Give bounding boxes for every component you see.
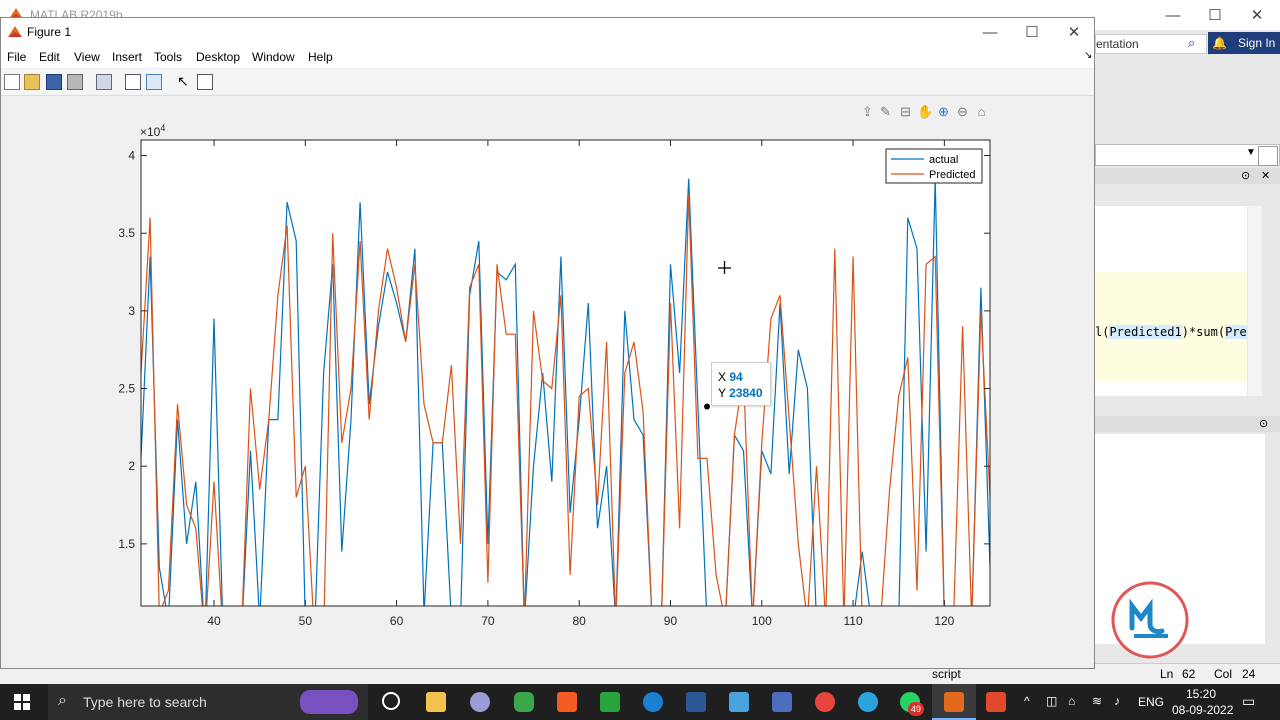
y-tick-label: 2 xyxy=(128,459,135,473)
panel-header-workspace: ⊙ xyxy=(1095,416,1280,432)
windows-start-icon[interactable] xyxy=(14,694,30,710)
x-tick-label: 120 xyxy=(934,614,954,628)
chevron-down-icon: ▼ xyxy=(1246,147,1256,158)
y-tick-label: 1.5 xyxy=(118,537,135,551)
minimize-main-button[interactable]: — xyxy=(1150,0,1196,30)
status-ln-label: Ln xyxy=(1160,667,1174,681)
taskbar-search-placeholder: Type here to search xyxy=(83,694,207,710)
notifications-icon[interactable]: ▭ xyxy=(1242,693,1255,710)
tray-chevron-icon[interactable]: ^ xyxy=(1024,694,1030,708)
panel-options-icon[interactable]: ⊙ xyxy=(1259,417,1268,430)
calculator-icon[interactable] xyxy=(729,692,749,712)
y-tick-label: 2.5 xyxy=(118,382,135,396)
windows-taskbar: ⌕ Type here to search 49 ^ ◫ ⌂ ≋ ♪ ENG 1… xyxy=(0,684,1280,720)
panel-options-icon[interactable]: ⊙ xyxy=(1241,169,1250,182)
close-icon: ✕ xyxy=(1250,7,1264,24)
task-view-icon[interactable] xyxy=(382,692,400,710)
camtasia-icon[interactable] xyxy=(600,692,620,712)
tray-app-icon[interactable]: ⌂ xyxy=(1068,694,1075,708)
x-tick-label: 40 xyxy=(207,614,221,628)
paint-icon[interactable] xyxy=(470,692,490,712)
datatip-x-value: 94 xyxy=(729,370,743,384)
maximize-icon: ☐ xyxy=(1208,7,1222,24)
x-tick-label: 60 xyxy=(390,614,404,628)
camtasia-recorder-icon[interactable] xyxy=(986,692,1006,712)
x-tick-label: 70 xyxy=(481,614,495,628)
taskbar-search-box[interactable]: ⌕ Type here to search xyxy=(48,684,368,720)
minimize-icon: — xyxy=(1165,6,1181,24)
bell-icon: 🔔 xyxy=(1212,36,1227,50)
datatip-y-label: Y xyxy=(718,386,726,400)
search-icon[interactable]: ⌕ xyxy=(1188,35,1204,51)
y-tick-label: 3 xyxy=(128,304,135,318)
telegram-icon[interactable] xyxy=(858,692,878,712)
wifi-icon[interactable]: ≋ xyxy=(1092,694,1102,708)
status-col-label: Col xyxy=(1214,667,1233,681)
panel-header-editor: ⊙ ✕ xyxy=(1095,168,1280,184)
file-explorer-icon[interactable] xyxy=(426,692,446,712)
documentation-search-text: entation xyxy=(1096,37,1139,51)
clock-date[interactable]: 08-09-2022 xyxy=(1172,703,1233,717)
legend-label-actual: actual xyxy=(929,154,958,166)
word-icon[interactable] xyxy=(686,692,706,712)
close-main-button[interactable]: ✕ xyxy=(1234,0,1280,30)
folder-search-icon[interactable] xyxy=(1258,146,1278,166)
x-tick-label: 110 xyxy=(843,614,862,628)
legend-label-predicted: Predicted xyxy=(929,169,975,181)
datatip-marker xyxy=(704,403,710,410)
search-icon: ⌕ xyxy=(58,692,67,709)
editor-scrollbar[interactable] xyxy=(1248,206,1262,396)
current-folder-dropdown[interactable]: ▼ xyxy=(1095,144,1280,166)
sign-in-button[interactable]: 🔔 Sign In xyxy=(1208,32,1280,54)
datatip-x-label: X xyxy=(718,370,727,384)
language-indicator[interactable]: ENG xyxy=(1138,695,1164,709)
code-line: l(Predicted1)*sum(Pre xyxy=(1095,325,1247,339)
database-icon[interactable] xyxy=(514,692,534,712)
search-highlight-icon xyxy=(300,690,358,714)
code-editor[interactable]: l(Predicted1)*sum(Pre xyxy=(1095,206,1247,396)
clock-time[interactable]: 15:20 xyxy=(1186,687,1216,701)
y-exponent-label: ×104 xyxy=(140,123,165,139)
store-icon[interactable] xyxy=(772,692,792,712)
status-ln: 62 xyxy=(1182,667,1196,681)
x-tick-label: 80 xyxy=(573,614,587,628)
tray-meet-icon[interactable]: ◫ xyxy=(1046,694,1057,708)
status-col: 24 xyxy=(1242,667,1256,681)
line-chart[interactable]: 40 50 60 70 80 90 100 110 120 1.5 2 2.5 3 3.5 4 ×104 a… xyxy=(0,0,1100,670)
matlab-icon xyxy=(944,692,964,712)
chrome-icon[interactable] xyxy=(815,692,835,712)
datatip-y-value: 23840 xyxy=(729,386,763,400)
panel-close-icon[interactable]: ✕ xyxy=(1261,169,1270,182)
y-tick-label: 4 xyxy=(128,149,135,163)
whatsapp-badge: 49 xyxy=(908,702,924,716)
x-tick-label: 50 xyxy=(299,614,313,628)
edge-browser-icon[interactable] xyxy=(643,692,663,712)
x-tick-label: 100 xyxy=(752,614,772,628)
channel-logo-icon xyxy=(1110,580,1190,660)
y-tick-label: 3.5 xyxy=(118,226,135,240)
sign-in-label: Sign In xyxy=(1238,36,1276,50)
volume-icon[interactable]: ♪ xyxy=(1114,694,1120,708)
brave-browser-icon[interactable] xyxy=(557,692,577,712)
maximize-main-button[interactable]: ☐ xyxy=(1192,0,1238,30)
x-tick-label: 90 xyxy=(664,614,678,628)
datatip[interactable]: X 94 Y 23840 xyxy=(711,362,771,406)
